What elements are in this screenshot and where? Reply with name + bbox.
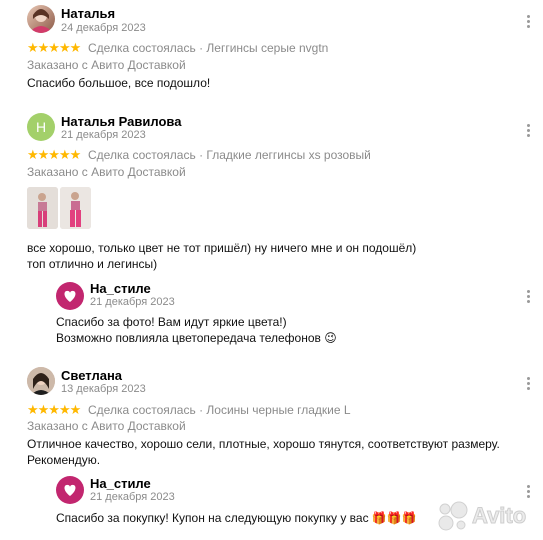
shop-avatar[interactable] — [56, 282, 84, 310]
photo-thumbnail-icon — [60, 187, 91, 229]
review-text: все хорошо, только цвет не тот пришёл) н… — [27, 241, 417, 255]
delivery-info: Заказано с Авито Доставкой — [27, 58, 186, 72]
user-photo-icon — [29, 9, 53, 33]
more-options-icon[interactable] — [527, 124, 531, 139]
review-text: Рекомендую. — [27, 453, 101, 467]
review-photo[interactable] — [60, 187, 91, 229]
reviewer-avatar[interactable]: Н — [27, 113, 55, 141]
reviewer-name[interactable]: Наталья — [61, 6, 115, 21]
rating-stars: ★★★★★ — [27, 402, 81, 417]
review-photo[interactable] — [27, 187, 58, 229]
reviewer-avatar[interactable] — [27, 367, 55, 395]
reply-date: 21 декабря 2023 — [90, 491, 175, 503]
user-photo-icon — [27, 367, 55, 395]
review-text: топ отлично и легинсы) — [27, 257, 158, 271]
reply-date: 21 декабря 2023 — [90, 296, 175, 308]
reviewer-avatar[interactable] — [27, 5, 55, 33]
avatar-letter: Н — [35, 119, 47, 135]
reviewer-name[interactable]: Светлана — [61, 368, 122, 383]
shop-avatar[interactable] — [56, 476, 84, 504]
shop-logo-icon — [64, 290, 76, 302]
rating-stars: ★★★★★ — [27, 40, 81, 55]
avito-watermark: Avito — [436, 500, 536, 532]
rating-stars: ★★★★★ — [27, 147, 81, 162]
review-text: Отличное качество, хорошо сели, плотные,… — [27, 437, 500, 451]
deal-info: Сделка состоялась · Леггинсы серые nvgtn — [88, 41, 329, 55]
delivery-info: Заказано с Авито Доставкой — [27, 165, 186, 179]
reviewer-name[interactable]: Наталья Равилова — [61, 114, 181, 129]
reply-text: Спасибо за покупку! Купон на следующую п… — [56, 511, 417, 525]
review-date: 21 декабря 2023 — [61, 129, 146, 141]
review-text: Спасибо большое, все подошло! — [27, 76, 211, 90]
delivery-info: Заказано с Авито Доставкой — [27, 419, 186, 433]
review-date: 24 декабря 2023 — [61, 22, 146, 34]
shop-name[interactable]: На_стиле — [90, 281, 151, 296]
shop-logo-icon — [64, 484, 76, 496]
more-options-icon[interactable] — [527, 377, 531, 392]
photo-thumbnail-icon — [27, 187, 58, 229]
deal-info: Сделка состоялась · Гладкие леггинсы xs … — [88, 148, 371, 162]
avito-logo-icon — [438, 501, 468, 531]
reply-text: Возможно повлияла цветопередача телефоно… — [56, 331, 337, 345]
shop-name[interactable]: На_стиле — [90, 476, 151, 491]
reply-text: Спасибо за фото! Вам идут яркие цвета!) — [56, 315, 287, 329]
more-options-icon[interactable] — [527, 15, 531, 30]
deal-info: Сделка состоялась · Лосины черные гладки… — [88, 403, 351, 417]
review-date: 13 декабря 2023 — [61, 383, 146, 395]
more-options-icon[interactable] — [527, 290, 531, 305]
more-options-icon[interactable] — [527, 485, 531, 500]
watermark-text: Avito — [471, 503, 527, 529]
